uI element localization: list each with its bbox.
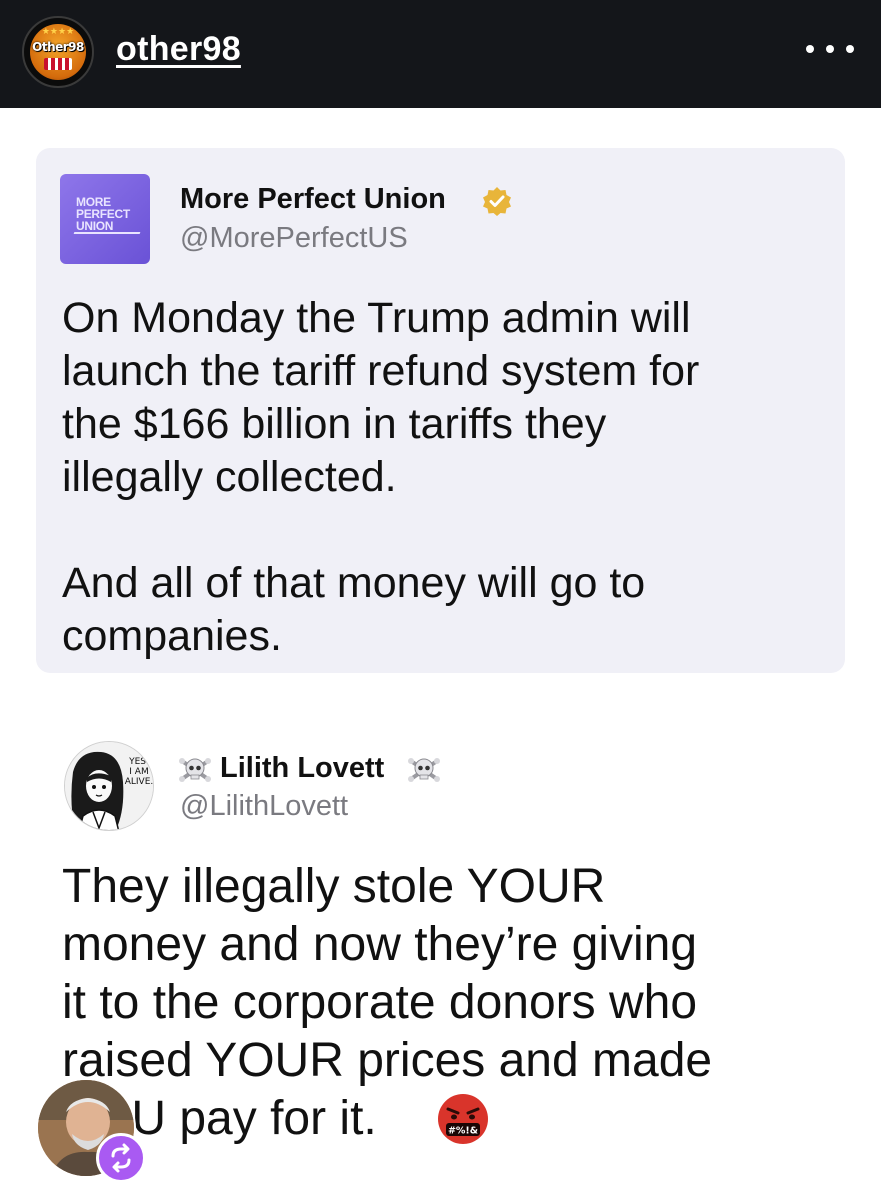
svg-text:ALIVE.: ALIVE. (125, 777, 154, 787)
logo-underline (73, 232, 141, 234)
more-perfect-union-logo: MORE PERFECT UNION (60, 174, 150, 264)
avatar-logo-text: Other98 (32, 40, 84, 54)
username-link[interactable]: other98 (116, 30, 241, 69)
skull-crossbones-icon (179, 758, 211, 782)
logo-line-3: UNION (76, 219, 114, 233)
repost-arrows-icon (111, 1143, 131, 1173)
profile-avatar[interactable]: ★★★★ Other98 (22, 16, 94, 88)
stars-decoration: ★★★★ (41, 26, 75, 36)
svg-text:YES.: YES. (128, 757, 149, 767)
skull-crossbones-icon (408, 758, 440, 782)
flag-stripes-icon (44, 58, 72, 70)
emoji-symbols: #%!& (448, 1126, 478, 1137)
lilith-avatar: YES. I AM ALIVE. (64, 741, 154, 831)
svg-text:I AM: I AM (129, 767, 148, 777)
swearing-face-emoji: #%!& (438, 1094, 488, 1144)
verified-badge-icon (483, 187, 511, 216)
manga-girl-avatar-drawing: YES. I AM ALIVE. (65, 742, 154, 830)
tweet1-handle: @MorePerfectUS (180, 222, 408, 254)
more-options-icon[interactable] (806, 42, 854, 56)
tweet2-handle: @LilithLovett (180, 790, 349, 822)
tweet2-display-name: Lilith Lovett (220, 752, 385, 784)
tweet1-body: On Monday the Trump admin will launch th… (62, 294, 700, 660)
post-header: ★★★★ Other98 other98 (0, 0, 881, 108)
repost-icon[interactable] (96, 1133, 146, 1183)
tweet1-display-name: More Perfect Union (180, 183, 446, 215)
